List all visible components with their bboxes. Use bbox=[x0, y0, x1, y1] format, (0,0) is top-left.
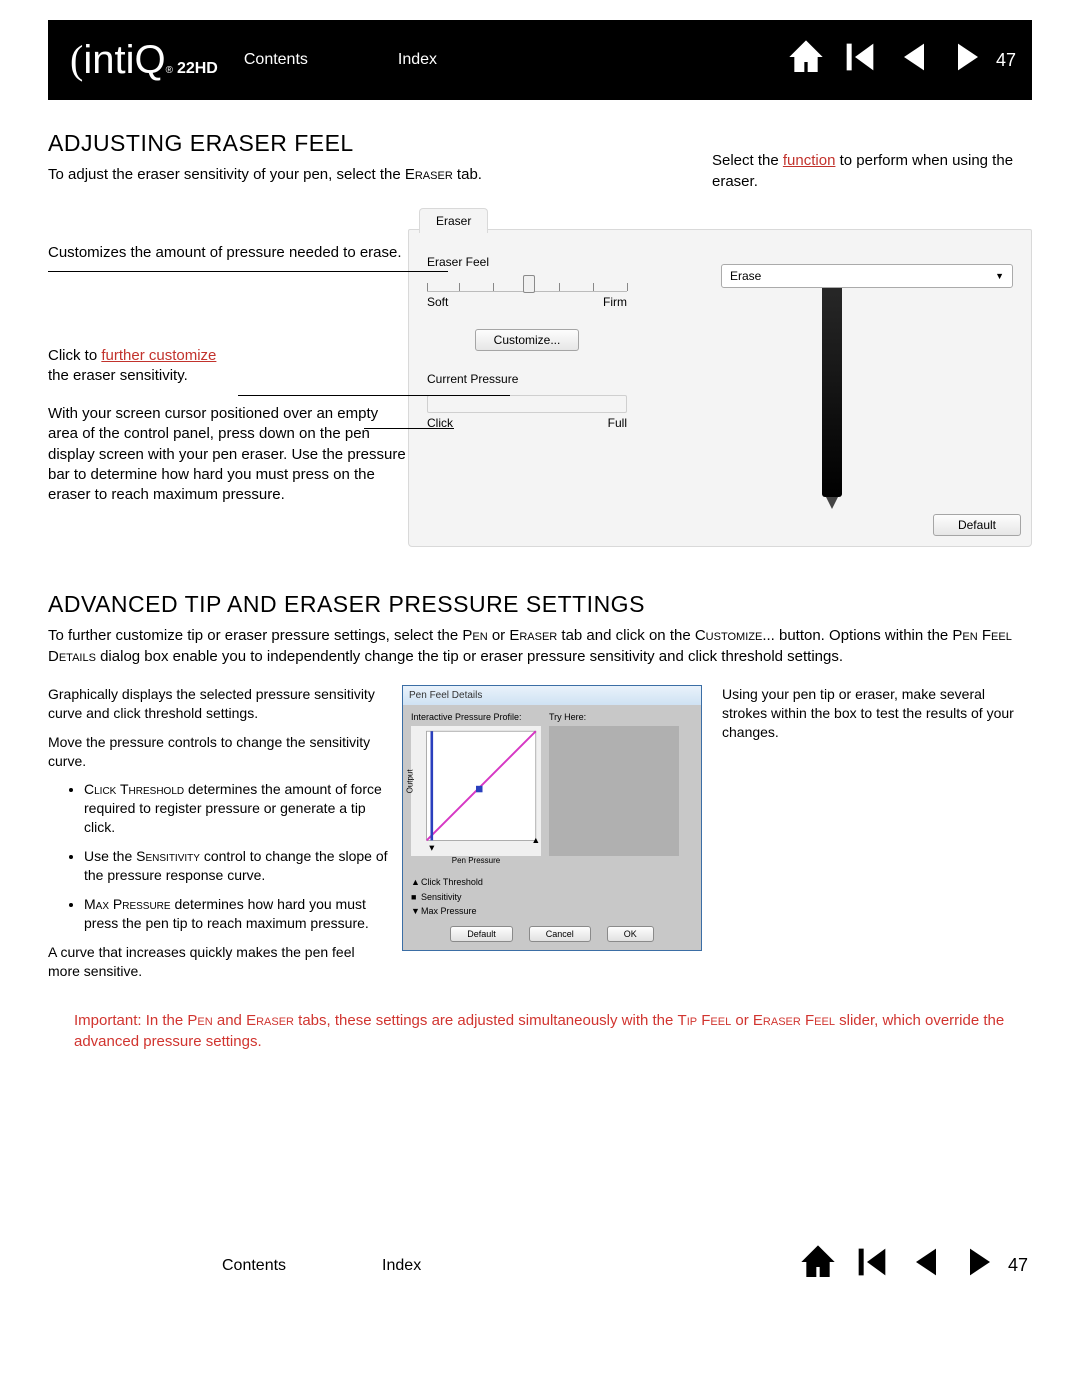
dialog-ok-button[interactable]: OK bbox=[607, 926, 654, 942]
section2-intro: To further customize tip or eraser press… bbox=[48, 626, 1032, 667]
first-page-icon[interactable] bbox=[840, 37, 880, 83]
eraser-feel-slider[interactable] bbox=[427, 278, 627, 292]
function-link[interactable]: function bbox=[783, 152, 836, 169]
prev-page-icon[interactable] bbox=[894, 37, 934, 83]
erase-function-dropdown[interactable]: Erase ▼ bbox=[721, 264, 1013, 288]
chevron-down-icon: ▼ bbox=[995, 270, 1004, 282]
section2-heading: ADVANCED TIP AND ERASER PRESSURE SETTING… bbox=[48, 589, 1032, 620]
eraser-tab[interactable]: Eraser bbox=[419, 208, 488, 233]
curve-x-axis-label: Pen Pressure bbox=[411, 856, 541, 867]
index-link-top[interactable]: Index bbox=[398, 49, 437, 71]
customize-button[interactable]: Customize... bbox=[475, 329, 580, 351]
profile-label: Interactive Pressure Profile: bbox=[411, 711, 541, 723]
further-customize-link[interactable]: further customize bbox=[101, 347, 216, 364]
contents-link-top[interactable]: Contents bbox=[244, 49, 308, 71]
annotation-current-pressure: With your screen cursor positioned over … bbox=[48, 404, 408, 505]
default-button[interactable]: Default bbox=[933, 514, 1021, 536]
annotation-pressure-amount: Customizes the amount of pressure needed… bbox=[48, 243, 408, 263]
eraser-feel-label: Eraser Feel bbox=[427, 254, 627, 270]
page-number-bottom: 47 bbox=[1008, 1253, 1028, 1277]
annotation-select-function: Select the function to perform when usin… bbox=[712, 151, 1032, 192]
index-link-bottom[interactable]: Index bbox=[382, 1255, 421, 1277]
eraser-settings-panel: Eraser Eraser Feel bbox=[408, 229, 1032, 547]
pen-tip-graphic bbox=[826, 497, 838, 509]
dialog-title: Pen Feel Details bbox=[403, 686, 701, 706]
next-page-icon[interactable] bbox=[960, 1242, 1000, 1288]
curve-y-axis-label: Output bbox=[406, 770, 417, 794]
bullet-click-threshold: Click Threshold determines the amount of… bbox=[84, 780, 388, 837]
important-note: Important: In the Pen and Eraser tabs, t… bbox=[74, 1010, 1032, 1052]
pen-graphic bbox=[822, 272, 842, 497]
pen-feel-details-dialog: Pen Feel Details Interactive Pressure Pr… bbox=[402, 685, 702, 952]
contents-link-bottom[interactable]: Contents bbox=[222, 1255, 286, 1277]
section2-left-column: Graphically displays the selected pressu… bbox=[48, 685, 388, 991]
slider-firm-label: Firm bbox=[603, 294, 627, 310]
prev-page-icon[interactable] bbox=[906, 1242, 946, 1288]
slider-soft-label: Soft bbox=[427, 294, 448, 310]
first-page-icon[interactable] bbox=[852, 1242, 892, 1288]
page-number-top: 47 bbox=[996, 48, 1016, 72]
control-sensitivity[interactable]: ■Sensitivity bbox=[411, 890, 693, 904]
dialog-default-button[interactable]: Default bbox=[450, 926, 513, 942]
dialog-cancel-button[interactable]: Cancel bbox=[529, 926, 591, 942]
brand-logo: (intiQ® 22HD bbox=[70, 33, 218, 87]
next-page-icon[interactable] bbox=[948, 37, 988, 83]
try-here-label: Try Here: bbox=[549, 711, 679, 723]
header-bar: (intiQ® 22HD Contents Index 47 bbox=[48, 20, 1032, 100]
try-here-box[interactable] bbox=[549, 726, 679, 856]
bullet-sensitivity: Use the Sensitivity control to change th… bbox=[84, 847, 388, 885]
pressure-curve-graph[interactable]: Output bbox=[411, 726, 541, 856]
current-pressure-bar bbox=[427, 395, 627, 413]
pressure-full-label: Full bbox=[608, 415, 627, 431]
control-click-threshold[interactable]: ▲Click Threshold bbox=[411, 875, 693, 889]
home-icon[interactable] bbox=[798, 1242, 838, 1288]
current-pressure-label: Current Pressure bbox=[427, 371, 627, 387]
control-max-pressure[interactable]: ▼Max Pressure bbox=[411, 904, 693, 918]
footer-nav: Contents Index 47 bbox=[48, 1242, 1032, 1288]
home-icon[interactable] bbox=[786, 37, 826, 83]
bullet-max-pressure: Max Pressure determines how hard you mus… bbox=[84, 895, 388, 933]
section2-right-annotation: Using your pen tip or eraser, make sever… bbox=[716, 685, 1032, 742]
annotation-further-customize: Click to further customize the eraser se… bbox=[48, 346, 408, 387]
